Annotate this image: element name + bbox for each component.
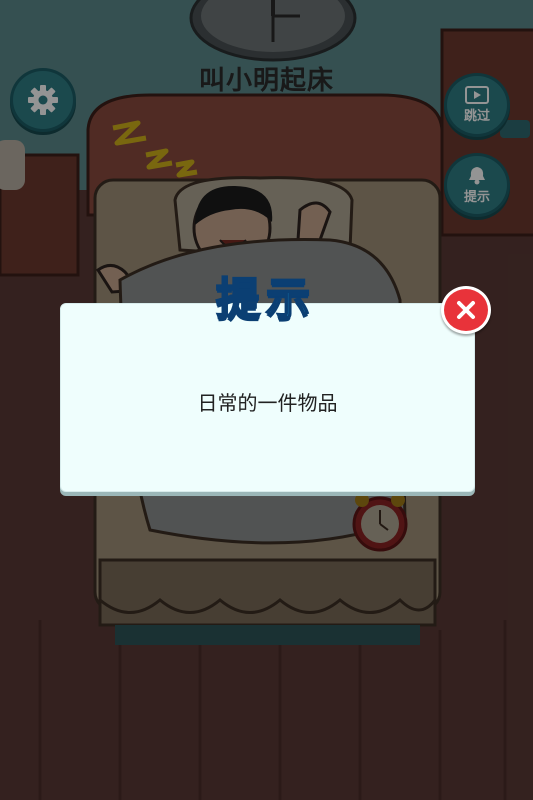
close-icon [457,301,475,319]
game-screen: 叫小明起床 跳过 提示 日常的一件物品 提示 [0,0,533,800]
hint-dialog: 日常的一件物品 [60,303,475,492]
hint-message: 日常的一件物品 [197,391,338,415]
close-dialog-button[interactable] [441,286,491,334]
hint-dialog-title: 提示 [215,273,316,326]
